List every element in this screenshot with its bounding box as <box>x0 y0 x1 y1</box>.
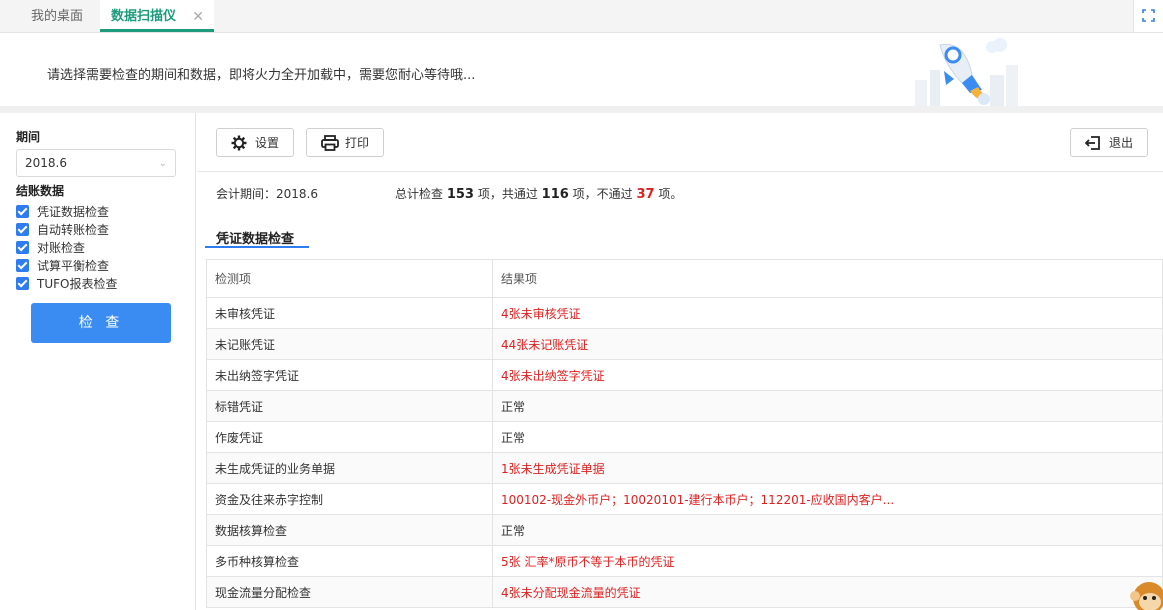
row-result[interactable]: 4张未审核凭证 <box>492 297 1163 329</box>
row-item: 资金及往来赤字控制 <box>206 483 493 515</box>
chevron-down-icon: ⌄ <box>158 158 167 169</box>
closing-data-label: 结账数据 <box>16 184 65 198</box>
column-header-item: 检测项 <box>206 259 493 298</box>
table-row: 现金流量分配检查 4张未分配现金流量的凭证 <box>206 576 1163 608</box>
period-label: 期间 <box>16 130 41 144</box>
check-summary: 总计检查 153 项，共通过 116 项，不通过 37 项。 <box>395 185 682 202</box>
gear-icon <box>231 135 247 151</box>
monkey-assistant-icon[interactable] <box>1123 570 1163 610</box>
table-row: 未记账凭证 44张未记账凭证 <box>206 328 1163 360</box>
close-icon[interactable]: ✕ <box>192 0 204 34</box>
table-row: 数据核算检查 正常 <box>206 514 1163 546</box>
row-item: 标错凭证 <box>206 390 493 422</box>
settings-button[interactable]: 设置 <box>216 128 294 157</box>
checkbox-reconciliation-check[interactable]: 对账检查 <box>16 240 85 256</box>
table-row: 未生成凭证的业务单据 1张未生成凭证单据 <box>206 452 1163 484</box>
summary-passed-count: 116 <box>541 187 569 202</box>
checkbox-checked-icon <box>16 277 29 290</box>
row-result[interactable]: 100102-现金外币户；10020101-建行本币户；112201-应收国内客… <box>492 483 1163 515</box>
row-item: 未记账凭证 <box>206 328 493 360</box>
checkbox-label: TUFO报表检查 <box>37 277 118 291</box>
row-result: 正常 <box>492 514 1163 546</box>
summary-passed-prefix: 项，共通过 <box>477 187 538 201</box>
summary-failed-prefix: 项，不通过 <box>572 187 633 201</box>
results-table: 检测项 结果项 未审核凭证 4张未审核凭证 未记账凭证 44张未记账凭证 未出纳… <box>206 259 1163 608</box>
checkbox-label: 凭证数据检查 <box>37 205 110 219</box>
checkbox-trial-balance-check[interactable]: 试算平衡检查 <box>16 258 109 274</box>
tab-my-desktop[interactable]: 我的桌面 <box>14 0 100 32</box>
fullscreen-button[interactable] <box>1133 0 1163 32</box>
row-result[interactable]: 1张未生成凭证单据 <box>492 452 1163 484</box>
table-row: 标错凭证 正常 <box>206 390 1163 422</box>
checkbox-label: 试算平衡检查 <box>37 259 110 273</box>
row-item: 作废凭证 <box>206 421 493 453</box>
row-item: 未生成凭证的业务单据 <box>206 452 493 484</box>
row-item: 数据核算检查 <box>206 514 493 546</box>
tab-bar: 我的桌面 数据扫描仪 ✕ <box>0 0 1163 33</box>
row-item: 未审核凭证 <box>206 297 493 329</box>
tab-data-scanner-label: 数据扫描仪 <box>111 9 177 24</box>
table-row: 未审核凭证 4张未审核凭证 <box>206 297 1163 329</box>
checkbox-voucher-check[interactable]: 凭证数据检查 <box>16 204 109 220</box>
row-result[interactable]: 4张未分配现金流量的凭证 <box>492 576 1163 608</box>
toolbar: 设置 打印 退出 <box>197 113 1163 172</box>
main-panel: 设置 打印 退出 会计期间：2018.6 总计检查 153 项，共通过 116 … <box>197 113 1163 610</box>
exit-icon <box>1085 136 1100 150</box>
summary-total-prefix: 总计检查 <box>395 187 444 201</box>
summary-failed-count: 37 <box>636 187 655 202</box>
checkbox-label: 对账检查 <box>37 241 86 255</box>
tab-data-scanner[interactable]: 数据扫描仪 ✕ <box>100 0 214 32</box>
checkbox-checked-icon <box>16 205 29 218</box>
summary-total-count: 153 <box>446 187 474 202</box>
section-underline <box>205 246 309 248</box>
table-row: 未出纳签字凭证 4张未出纳签字凭证 <box>206 359 1163 391</box>
table-row: 资金及往来赤字控制 100102-现金外币户；10020101-建行本币户；11… <box>206 483 1163 515</box>
checkbox-label: 自动转账检查 <box>37 223 110 237</box>
row-item: 未出纳签字凭证 <box>206 359 493 391</box>
banner-text: 请选择需要检查的期间和数据，即将火力全开加载中，需要您耐心等待哦... <box>47 68 476 83</box>
row-item: 多币种核算检查 <box>206 545 493 577</box>
row-result: 正常 <box>492 390 1163 422</box>
row-result: 正常 <box>492 421 1163 453</box>
separator <box>0 106 1163 113</box>
row-result[interactable]: 44张未记账凭证 <box>492 328 1163 360</box>
fullscreen-icon <box>1142 9 1155 22</box>
checkbox-auto-transfer-check[interactable]: 自动转账检查 <box>16 222 109 238</box>
section-title: 凭证数据检查 <box>216 232 295 247</box>
check-button[interactable]: 检 查 <box>31 303 171 343</box>
print-button[interactable]: 打印 <box>306 128 384 157</box>
table-row: 多币种核算检查 5张 汇率*原币不等于本币的凭证 <box>206 545 1163 577</box>
accounting-period-text: 会计期间：2018.6 <box>216 187 318 201</box>
sidebar: 期间 2018.6 ⌄ 结账数据 凭证数据检查 自动转账检查 对账检查 试算平衡… <box>0 113 196 610</box>
banner: 请选择需要检查的期间和数据，即将火力全开加载中，需要您耐心等待哦... <box>0 33 1163 110</box>
exit-button[interactable]: 退出 <box>1070 128 1148 157</box>
period-select-value: 2018.6 <box>25 156 67 170</box>
print-label: 打印 <box>345 136 370 150</box>
rocket-illustration <box>915 38 1018 110</box>
exit-label: 退出 <box>1109 136 1134 150</box>
table-header-row: 检测项 结果项 <box>206 259 1163 298</box>
checkbox-checked-icon <box>16 259 29 272</box>
checkbox-checked-icon <box>16 241 29 254</box>
checkbox-report-check[interactable]: TUFO报表检查 <box>16 276 117 292</box>
table-row: 作废凭证 正常 <box>206 421 1163 453</box>
printer-icon <box>321 135 339 151</box>
period-select[interactable]: 2018.6 ⌄ <box>16 149 176 177</box>
summary-suffix: 项。 <box>658 187 683 201</box>
settings-label: 设置 <box>255 136 280 150</box>
row-item: 现金流量分配检查 <box>206 576 493 608</box>
row-result[interactable]: 5张 汇率*原币不等于本币的凭证 <box>492 545 1163 577</box>
column-header-result: 结果项 <box>492 259 1163 298</box>
row-result[interactable]: 4张未出纳签字凭证 <box>492 359 1163 391</box>
checkbox-checked-icon <box>16 223 29 236</box>
